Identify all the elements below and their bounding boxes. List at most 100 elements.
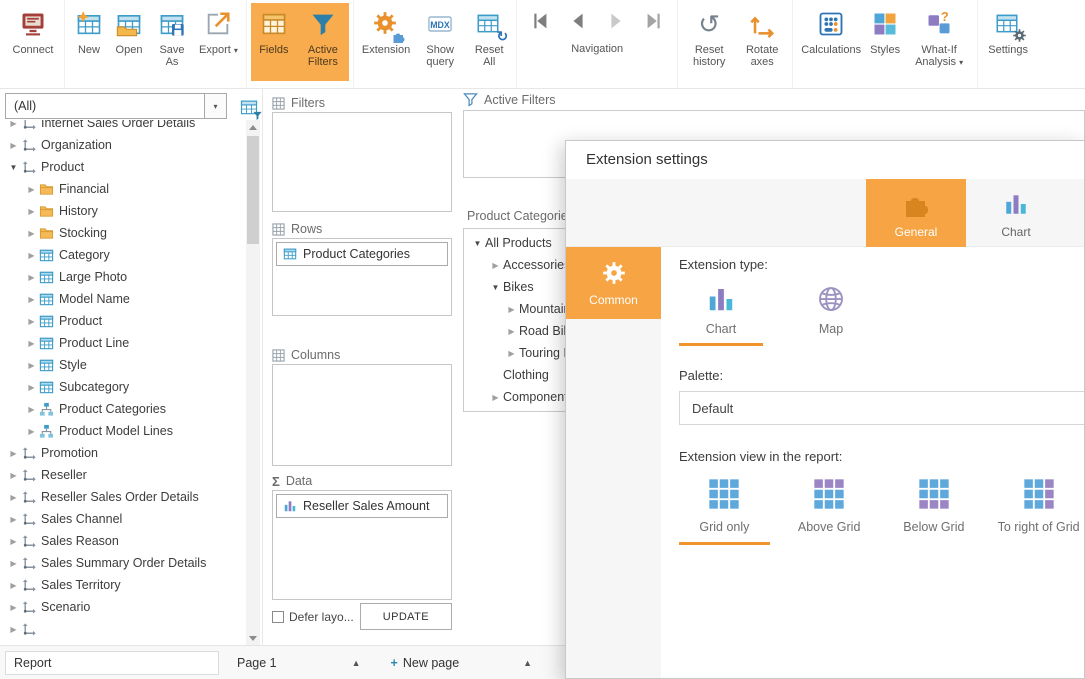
- tree-item[interactable]: Product Line: [0, 332, 246, 354]
- expander-icon[interactable]: [6, 515, 21, 524]
- tree-item[interactable]: Sales Channel: [0, 508, 246, 530]
- settings-button[interactable]: Settings: [982, 3, 1034, 81]
- expander-icon[interactable]: [24, 295, 39, 304]
- tree-item[interactable]: Reseller: [0, 464, 246, 486]
- field-chooser-button[interactable]: [236, 95, 261, 118]
- nav-last-button[interactable]: [641, 9, 667, 33]
- page-popup-arrow-icon[interactable]: ▲: [352, 658, 361, 668]
- export-button[interactable]: Export ▾: [195, 3, 242, 81]
- report-name-input[interactable]: [5, 650, 219, 675]
- tab-general[interactable]: General: [866, 179, 966, 247]
- expander-icon[interactable]: [488, 393, 503, 402]
- expander-icon[interactable]: [24, 405, 39, 414]
- expander-icon[interactable]: [6, 625, 21, 634]
- tree-item[interactable]: Scenario: [0, 596, 246, 618]
- expander-icon[interactable]: [6, 493, 21, 502]
- save-as-button[interactable]: Save As: [149, 3, 195, 81]
- expander-icon[interactable]: [504, 305, 519, 314]
- expander-icon[interactable]: [24, 273, 39, 282]
- expander-icon[interactable]: [24, 361, 39, 370]
- measure-group-selector[interactable]: (All) ▾: [5, 93, 227, 119]
- data-drop-zone[interactable]: Reseller Sales Amount: [272, 490, 452, 600]
- columns-drop-zone[interactable]: [272, 364, 452, 466]
- styles-button[interactable]: Styles: [865, 3, 905, 81]
- expander-icon[interactable]: [504, 327, 519, 336]
- tree-item[interactable]: [0, 618, 246, 640]
- expander-icon[interactable]: [6, 449, 21, 458]
- update-button[interactable]: UPDATE: [359, 603, 452, 630]
- expander-icon[interactable]: [24, 383, 39, 392]
- expander-icon[interactable]: [24, 251, 39, 260]
- view-option-below-grid[interactable]: Below Grid: [889, 478, 980, 545]
- tab-chart[interactable]: Chart: [966, 179, 1066, 247]
- nav-first-button[interactable]: [527, 9, 553, 33]
- tree-item[interactable]: Financial: [0, 178, 246, 200]
- expander-icon[interactable]: [504, 349, 519, 358]
- rows-drop-zone[interactable]: Product Categories: [272, 238, 452, 316]
- view-option-right-of-grid[interactable]: To right of Grid: [993, 478, 1084, 545]
- rotate-axes-button[interactable]: Rotate axes: [736, 3, 788, 81]
- connect-button[interactable]: Connect: [6, 3, 60, 81]
- filters-drop-zone[interactable]: [272, 112, 452, 212]
- tree-item[interactable]: Stocking: [0, 222, 246, 244]
- tree-item[interactable]: Style: [0, 354, 246, 376]
- expander-icon[interactable]: [488, 261, 503, 270]
- expander-icon[interactable]: [6, 603, 21, 612]
- expander-icon[interactable]: [6, 163, 21, 172]
- tree-item[interactable]: Organization: [0, 134, 246, 156]
- nav-next-button[interactable]: [603, 9, 629, 33]
- tree-item[interactable]: History: [0, 200, 246, 222]
- type-option-chart[interactable]: Chart: [679, 284, 763, 346]
- data-item-chip[interactable]: Reseller Sales Amount: [276, 494, 448, 518]
- palette-select[interactable]: Default: [679, 391, 1084, 425]
- expander-icon[interactable]: [6, 120, 21, 128]
- fields-button[interactable]: Fields: [250, 3, 297, 81]
- expander-icon[interactable]: [6, 581, 21, 590]
- active-filters-button[interactable]: Active Filters: [296, 3, 349, 81]
- tree-item[interactable]: Product: [0, 310, 246, 332]
- view-option-grid-only[interactable]: Grid only: [679, 478, 770, 545]
- new-button[interactable]: New: [69, 3, 109, 81]
- expander-icon[interactable]: [6, 559, 21, 568]
- reset-history-button[interactable]: ↺ Reset history: [682, 3, 736, 81]
- tree-item[interactable]: Sales Summary Order Details: [0, 552, 246, 574]
- scroll-up-button[interactable]: [246, 120, 260, 134]
- tree-item[interactable]: Product: [0, 156, 246, 178]
- tree-item[interactable]: Subcategory: [0, 376, 246, 398]
- combo-dropdown-button[interactable]: ▾: [204, 94, 226, 118]
- extension-button[interactable]: Extension: [358, 3, 414, 81]
- tree-scrollbar[interactable]: [246, 120, 260, 645]
- expander-icon[interactable]: [24, 207, 39, 216]
- rows-item-chip[interactable]: Product Categories: [276, 242, 448, 266]
- new-page-button[interactable]: + New page: [391, 656, 460, 670]
- tree-item[interactable]: Internet Sales Order Details: [0, 120, 246, 134]
- expander-icon[interactable]: [6, 141, 21, 150]
- view-option-above-grid[interactable]: Above Grid: [784, 478, 875, 545]
- expander-icon[interactable]: [24, 185, 39, 194]
- expander-icon[interactable]: [24, 317, 39, 326]
- expander-icon[interactable]: [6, 537, 21, 546]
- type-option-map[interactable]: Map: [789, 284, 873, 346]
- defer-layout-checkbox[interactable]: [272, 610, 284, 623]
- tree-item[interactable]: Sales Reason: [0, 530, 246, 552]
- tree-item[interactable]: Category: [0, 244, 246, 266]
- expander-icon[interactable]: [470, 239, 485, 248]
- expander-icon[interactable]: [6, 471, 21, 480]
- tree-item[interactable]: Model Name: [0, 288, 246, 310]
- tree-item[interactable]: Product Model Lines: [0, 420, 246, 442]
- tree-item[interactable]: Product Categories: [0, 398, 246, 420]
- reset-all-button[interactable]: ↻ Reset All: [466, 3, 512, 81]
- open-button[interactable]: Open: [109, 3, 149, 81]
- tree-item[interactable]: Large Photo: [0, 266, 246, 288]
- expander-icon[interactable]: [24, 339, 39, 348]
- calculations-button[interactable]: Calculations: [797, 3, 865, 81]
- scroll-down-button[interactable]: [246, 631, 260, 645]
- expander-icon[interactable]: [24, 427, 39, 436]
- expander-icon[interactable]: [488, 283, 503, 292]
- tree-item[interactable]: Reseller Sales Order Details: [0, 486, 246, 508]
- page-selector[interactable]: Page 1: [237, 656, 277, 670]
- scrollbar-thumb[interactable]: [247, 136, 259, 244]
- new-page-popup-arrow-icon[interactable]: ▲: [523, 658, 532, 668]
- tree-item[interactable]: Promotion: [0, 442, 246, 464]
- expander-icon[interactable]: [24, 229, 39, 238]
